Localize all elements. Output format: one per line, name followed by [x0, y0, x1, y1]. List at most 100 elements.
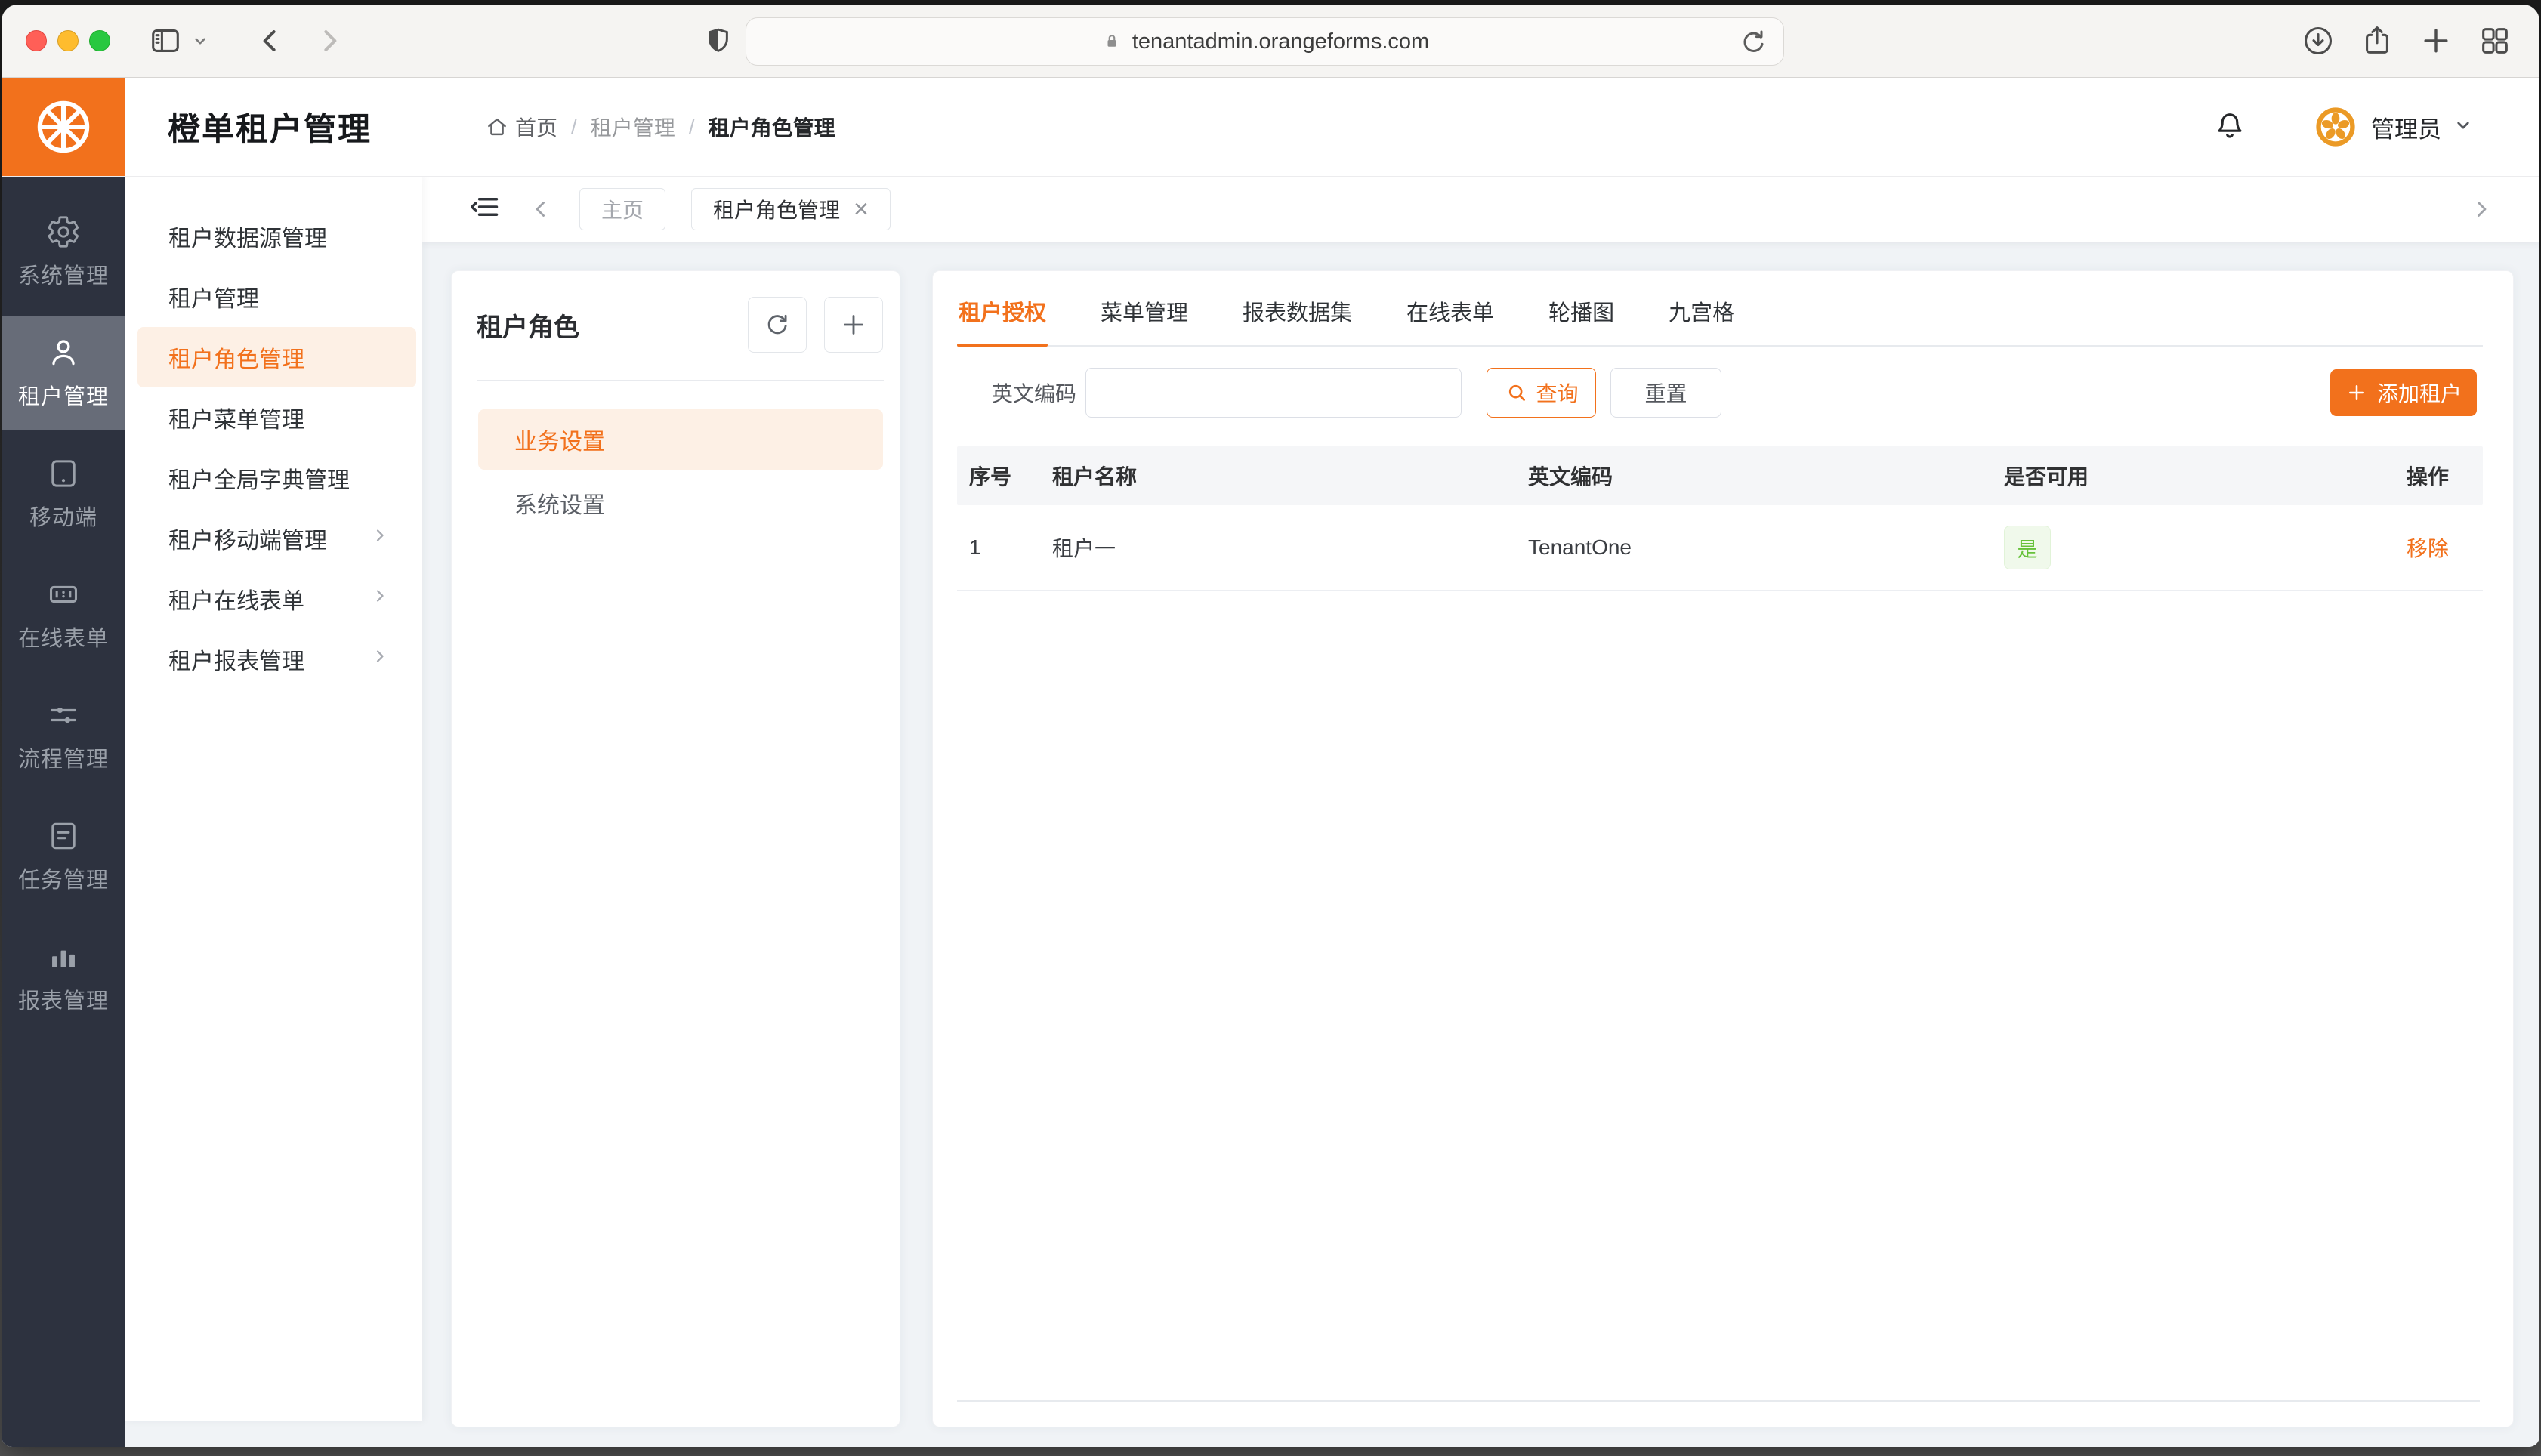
chevron-down-icon[interactable]: [2452, 114, 2475, 140]
submenu-item-tenant-datasource[interactable]: 租户数据源管理: [125, 206, 416, 267]
close-window-button[interactable]: [26, 30, 47, 51]
reload-icon[interactable]: [1738, 27, 1768, 57]
main-area: 主页 租户角色管理 × 租户角色: [422, 176, 2539, 1447]
tab-carousel[interactable]: 轮播图: [1547, 282, 1616, 345]
mobile-icon: [46, 456, 81, 491]
sidebar-item-report-mgmt[interactable]: 报表管理: [2, 921, 125, 1034]
query-button[interactable]: 查询: [1487, 368, 1596, 418]
divider: [477, 380, 884, 381]
tab-tenant-auth[interactable]: 租户授权: [957, 282, 1048, 345]
page-tab-label: 主页: [601, 194, 644, 224]
bar-chart-icon: [46, 939, 81, 974]
breadcrumb-current: 租户角色管理: [709, 112, 835, 142]
col-index: 序号: [969, 461, 1052, 491]
task-doc-icon: [46, 819, 81, 853]
submenu-label: 租户角色管理: [168, 341, 304, 374]
sidebar-item-online-form[interactable]: 在线表单: [2, 558, 125, 671]
content-area: 租户角色 业务设置: [422, 242, 2539, 1447]
breadcrumb-tenant-mgmt[interactable]: 租户管理: [591, 112, 675, 142]
submenu-item-tenant-dict[interactable]: 租户全局字典管理: [125, 448, 416, 508]
chevron-right-icon: [369, 585, 391, 612]
forward-button[interactable]: [313, 24, 346, 57]
breadcrumb-separator: /: [689, 115, 695, 139]
secondary-sidebar: 租户数据源管理 租户管理 租户角色管理 租户菜单管理 租户全局字典管理 租户移动…: [125, 176, 422, 1421]
reset-button[interactable]: 重置: [1610, 368, 1721, 418]
tab-report-dataset[interactable]: 报表数据集: [1241, 282, 1354, 345]
notifications-bell-icon[interactable]: [2213, 109, 2246, 146]
breadcrumb: 首页 / 租户管理 / 租户角色管理: [485, 112, 835, 142]
close-tab-icon[interactable]: ×: [854, 196, 869, 222]
remove-link[interactable]: 移除: [2407, 537, 2449, 560]
submenu-item-tenant-report[interactable]: 租户报表管理: [125, 629, 416, 689]
page-tab-home[interactable]: 主页: [579, 188, 665, 230]
refresh-icon: [763, 310, 792, 339]
role-item-system-settings[interactable]: 系统设置: [478, 473, 883, 533]
desktop-background: tenantadmin.orangeforms.com: [0, 0, 2541, 1456]
refresh-button[interactable]: [748, 297, 807, 353]
sidebar-menu-chevron-icon[interactable]: [190, 31, 210, 51]
reset-button-label: 重置: [1645, 378, 1687, 408]
user-avatar[interactable]: [2314, 105, 2357, 149]
submenu-label: 租户菜单管理: [168, 401, 304, 434]
search-toolbar: 英文编码 查询 重置 添加租户: [957, 368, 2483, 418]
sidebar-item-process-mgmt[interactable]: 流程管理: [2, 679, 125, 792]
table-row: 1 租户一 TenantOne 是 移除: [957, 505, 2483, 591]
downloads-icon[interactable]: [2301, 23, 2336, 58]
english-code-label: 英文编码: [992, 378, 1076, 408]
primary-sidebar: 系统管理 租户管理 移动端 在线表单 流程管理: [2, 176, 125, 1447]
submenu-item-tenant-mobile[interactable]: 租户移动端管理: [125, 508, 416, 569]
add-tenant-button-label: 添加租户: [2377, 378, 2462, 408]
col-actions: 操作: [2404, 461, 2483, 491]
rail-item-label: 租户管理: [18, 379, 109, 411]
menu-fold-icon[interactable]: [468, 190, 501, 227]
role-item-label: 系统设置: [514, 486, 605, 520]
header-right: 管理员: [2213, 105, 2539, 149]
submenu-label: 租户管理: [168, 280, 259, 313]
submenu-item-tenant-role[interactable]: 租户角色管理: [137, 327, 416, 387]
cell-tenant-name: 租户一: [1052, 532, 1528, 563]
chevron-right-icon: [369, 646, 391, 673]
sidebar-item-tenant-mgmt[interactable]: 租户管理: [2, 316, 125, 430]
sidebar-toggle-icon[interactable]: [148, 23, 183, 58]
query-button-label: 查询: [1536, 378, 1579, 408]
gear-icon: [46, 214, 81, 249]
submenu-label: 租户移动端管理: [168, 522, 327, 555]
tab-nine-grid[interactable]: 九宫格: [1667, 282, 1736, 345]
user-menu[interactable]: 管理员: [2371, 110, 2441, 144]
app-header: 橙单租户管理 首页 / 租户管理 / 租户角色管理: [2, 78, 2539, 176]
sidebar-item-mobile[interactable]: 移动端: [2, 437, 125, 551]
tab-online-form[interactable]: 在线表单: [1405, 282, 1496, 345]
submenu-item-tenant-mgmt[interactable]: 租户管理: [125, 267, 416, 327]
submenu-item-tenant-online-form[interactable]: 租户在线表单: [125, 569, 416, 629]
minimize-window-button[interactable]: [57, 30, 79, 51]
user-icon: [46, 335, 81, 370]
page-tab-tenant-role[interactable]: 租户角色管理 ×: [691, 188, 891, 230]
sidebar-item-system-mgmt[interactable]: 系统管理: [2, 196, 125, 309]
fullscreen-window-button[interactable]: [89, 30, 110, 51]
detail-tabs: 租户授权 菜单管理 报表数据集 在线表单 轮播图 九宫格: [957, 282, 2483, 347]
add-role-button[interactable]: [824, 297, 883, 353]
submenu-label: 租户数据源管理: [168, 220, 327, 253]
tabs-scroll-left-icon[interactable]: [528, 196, 554, 222]
sidebar-item-task-mgmt[interactable]: 任务管理: [2, 800, 125, 913]
tabs-scroll-right-icon[interactable]: [2468, 196, 2494, 222]
back-button[interactable]: [254, 24, 287, 57]
col-tenant-name: 租户名称: [1052, 461, 1528, 491]
address-bar[interactable]: tenantadmin.orangeforms.com: [746, 17, 1784, 66]
role-detail-panel: 租户授权 菜单管理 报表数据集 在线表单 轮播图 九宫格 英文编码: [932, 270, 2514, 1427]
new-tab-icon[interactable]: [2419, 23, 2453, 58]
breadcrumb-home[interactable]: 首页: [485, 112, 557, 142]
privacy-shield-icon[interactable]: [702, 25, 734, 57]
tab-menu-mgmt[interactable]: 菜单管理: [1099, 282, 1190, 345]
cell-index: 1: [969, 535, 1052, 560]
add-tenant-button[interactable]: 添加租户: [2330, 369, 2477, 416]
role-list: 业务设置 系统设置: [452, 409, 900, 536]
submenu-item-tenant-menu[interactable]: 租户菜单管理: [125, 387, 416, 448]
share-icon[interactable]: [2360, 23, 2394, 58]
browser-window: tenantadmin.orangeforms.com: [2, 5, 2539, 1447]
orange-wheel-avatar-icon: [2314, 105, 2357, 149]
tab-overview-icon[interactable]: [2478, 23, 2512, 58]
role-item-business-settings[interactable]: 业务设置: [478, 409, 883, 470]
english-code-input[interactable]: [1085, 368, 1462, 418]
breadcrumb-separator: /: [571, 115, 577, 139]
